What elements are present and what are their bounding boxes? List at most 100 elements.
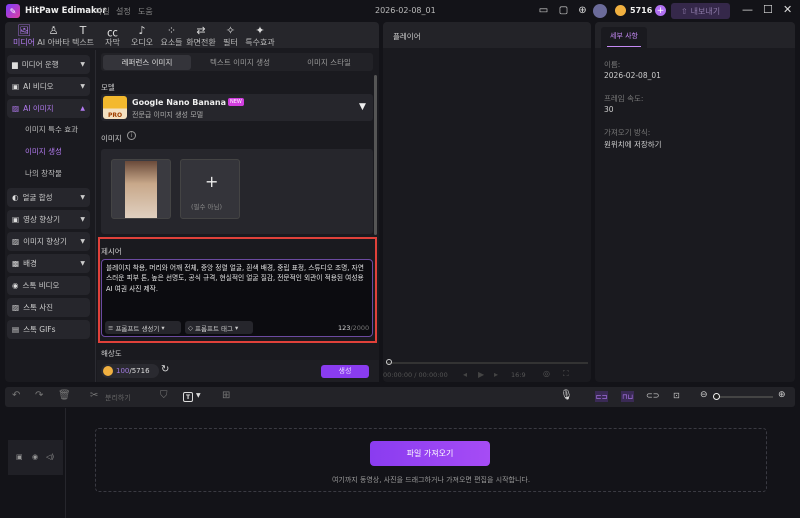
import-files-button[interactable]: 파일 가져오기 (370, 441, 490, 466)
chevron-down-icon: ▼ (80, 61, 85, 68)
add-credits-icon[interactable]: + (655, 5, 666, 16)
prev-frame-icon[interactable]: ◂ (463, 370, 467, 379)
generate-button[interactable]: 생성 (321, 365, 369, 378)
sidebar-icon: ▆ (12, 60, 18, 69)
link-icon[interactable]: ⊏⊐ (595, 391, 608, 402)
split-label[interactable]: 분리하기 (105, 393, 131, 403)
sidebar-item-6[interactable]: ▩ 배경 ▼ (7, 254, 90, 273)
playhead[interactable] (386, 359, 392, 365)
tag-icon: ◇ (188, 323, 193, 332)
microphone-icon[interactable]: 🎙 (560, 390, 573, 401)
snap-icon[interactable]: ⊓⊔ (621, 391, 634, 402)
model-select[interactable]: PRO Google Nano Banana Pro NEW 전문급 이미지 생… (101, 94, 373, 121)
track-audio-icon[interactable]: ◁) (46, 453, 54, 461)
prompt-input[interactable]: 블레이지 착용, 머리와 어깨 전체, 중앙 정렬 얼굴, 흰색 배경, 중립 … (101, 259, 373, 337)
tab-image-style[interactable]: 이미지 스타일 (288, 55, 370, 70)
fullscreen-icon[interactable]: ⛶ (563, 369, 569, 379)
sidebar-item-8[interactable]: ▨ 스톡 사진 (7, 298, 90, 317)
zoom-out-icon[interactable]: ⊖ (700, 390, 708, 400)
name-value: 2026-02-08_01 (604, 71, 661, 80)
play-icon[interactable]: ▶ (478, 370, 484, 379)
chevron-up-icon: ▲ (80, 105, 85, 112)
prompt-tag-button[interactable]: ◇ 프롬프트 태그 ▾ (185, 321, 253, 334)
tab-text-to-image[interactable]: 텍스트 이미지 생성 (195, 55, 285, 70)
reference-image-thumb[interactable] (111, 159, 171, 219)
sidebar-icon: ◉ (12, 281, 19, 290)
sidebar-item-4[interactable]: ▣ 영상 향상기 ▼ (7, 210, 90, 229)
sidebar-item-label: 미디어 운행 (21, 60, 59, 69)
minimize-button[interactable]: — (742, 3, 753, 16)
sidebar-item-label: 스톡 사진 (23, 303, 54, 312)
sidebar-item-0[interactable]: ▆ 미디어 운행 ▼ (7, 55, 90, 74)
next-frame-icon[interactable]: ▸ (494, 370, 498, 379)
new-badge: NEW (228, 98, 244, 106)
scrollbar[interactable] (374, 75, 377, 235)
sidebar-item-1[interactable]: ▣ AI 비디오 ▼ (7, 77, 90, 96)
sidebar-icon: ▨ (12, 303, 20, 312)
track-divider (65, 408, 66, 518)
coin-icon (103, 366, 113, 376)
tab-details[interactable]: 세부 사항 (601, 27, 647, 48)
redo-icon[interactable]: ↷ (35, 390, 43, 401)
chevron-down-icon[interactable]: ▼ (359, 102, 366, 112)
fit-icon[interactable]: ⊡ (673, 391, 680, 400)
zoom-handle[interactable] (713, 393, 720, 400)
split-clip-icon[interactable]: ⊂⊃ (646, 391, 659, 400)
prompt-generator-icon: ≡ (108, 323, 114, 332)
sidebar-subitem-0[interactable]: 이미지 특수 효과 (25, 124, 78, 135)
layout-icon[interactable]: ▭ (537, 4, 550, 17)
export-button[interactable]: ⇧ 내보내기 (671, 3, 730, 19)
menu-help[interactable]: 도움 (138, 6, 153, 17)
nav-tab-label: 요소들 (160, 38, 183, 47)
info-icon[interactable]: i (127, 131, 136, 140)
close-button[interactable]: ✕ (783, 3, 792, 16)
split-icon[interactable]: ✂ (90, 390, 98, 401)
delete-icon[interactable]: 🗑 (58, 390, 71, 401)
prompt-generator-button[interactable]: ≡ 프롬프트 생성기 ▾ (105, 321, 181, 334)
char-count-value: 123 (338, 324, 351, 332)
aspect-ratio[interactable]: 16:9 (511, 371, 526, 379)
sidebar-item-3[interactable]: ◐ 얼굴 합성 ▼ (7, 188, 90, 207)
sidebar-subitem-1[interactable]: 이미지 생성 (25, 146, 62, 157)
add-image-button[interactable]: + (필수 아님) (180, 159, 240, 219)
model-label: 모델 (101, 83, 115, 92)
sidebar-subitem-2[interactable]: 나의 창작물 (25, 168, 62, 179)
zoom-slider[interactable] (715, 396, 773, 398)
sidebar-item-5[interactable]: ▨ 이미지 향상기 ▼ (7, 232, 90, 251)
track-lock-icon[interactable]: ▣ (16, 453, 23, 461)
app-logo-icon: ✎ (6, 4, 20, 18)
refresh-icon[interactable]: ↻ (161, 364, 169, 375)
tab-reference-image[interactable]: 레퍼런스 이미지 (103, 55, 191, 70)
char-count-max: /2000 (350, 324, 370, 332)
track-visible-icon[interactable]: ◉ (32, 453, 38, 461)
sidebar-item-7[interactable]: ◉ 스톡 비디오 (7, 276, 90, 295)
undo-icon[interactable]: ↶ (12, 390, 20, 401)
drop-hint: 여기까지 동영상, 사진을 드래그하거나 가져오면 편집을 시작합니다. (331, 476, 531, 484)
nav-tab-label: 텍스트 (71, 38, 95, 47)
title-bar: ✎ HitPaw Edimakor 파일 설정 도움 2026-02-08_01… (0, 0, 800, 22)
zoom-in-icon[interactable]: ⊕ (778, 390, 786, 400)
fps-label: 프레임 속도: (604, 94, 644, 103)
caret-icon[interactable]: ▼ (196, 392, 201, 399)
sidebar-item-2[interactable]: ▨ AI 이미지 ▲ (7, 99, 90, 118)
sidebar-icon: ▣ (12, 215, 20, 224)
sidebar-item-9[interactable]: ▤ 스톡 GIFs (7, 320, 90, 339)
playback-slider[interactable] (386, 362, 588, 364)
menu-file[interactable]: 파일 (95, 6, 110, 17)
import-mode-label: 가져오기 방식: (604, 128, 651, 137)
add-track-icon[interactable]: ⊞ (222, 390, 230, 401)
prompt-generator-label: 프롬프트 생성기 (115, 324, 160, 333)
download-icon[interactable]: ⊕ (576, 4, 589, 17)
maximize-button[interactable]: ☐ (763, 3, 773, 16)
sidebar-icon: ▩ (12, 259, 20, 268)
model-description: 전문급 이미지 생성 모델 (132, 111, 204, 119)
sidebar-icon: ▤ (12, 325, 20, 334)
menu-settings[interactable]: 설정 (116, 6, 131, 17)
avatar[interactable] (593, 4, 607, 18)
snapshot-icon[interactable]: ◎ (543, 369, 550, 378)
feedback-icon[interactable]: ▢ (557, 4, 570, 17)
shield-icon[interactable]: ⛉ (160, 390, 168, 401)
prompt-text[interactable]: 블레이지 착용, 머리와 어깨 전체, 중앙 정렬 얼굴, 흰색 배경, 중립 … (102, 260, 372, 297)
text-tool-icon[interactable]: T (183, 392, 193, 402)
nav-tab-8[interactable]: ✦ 특수효과 (241, 24, 279, 48)
